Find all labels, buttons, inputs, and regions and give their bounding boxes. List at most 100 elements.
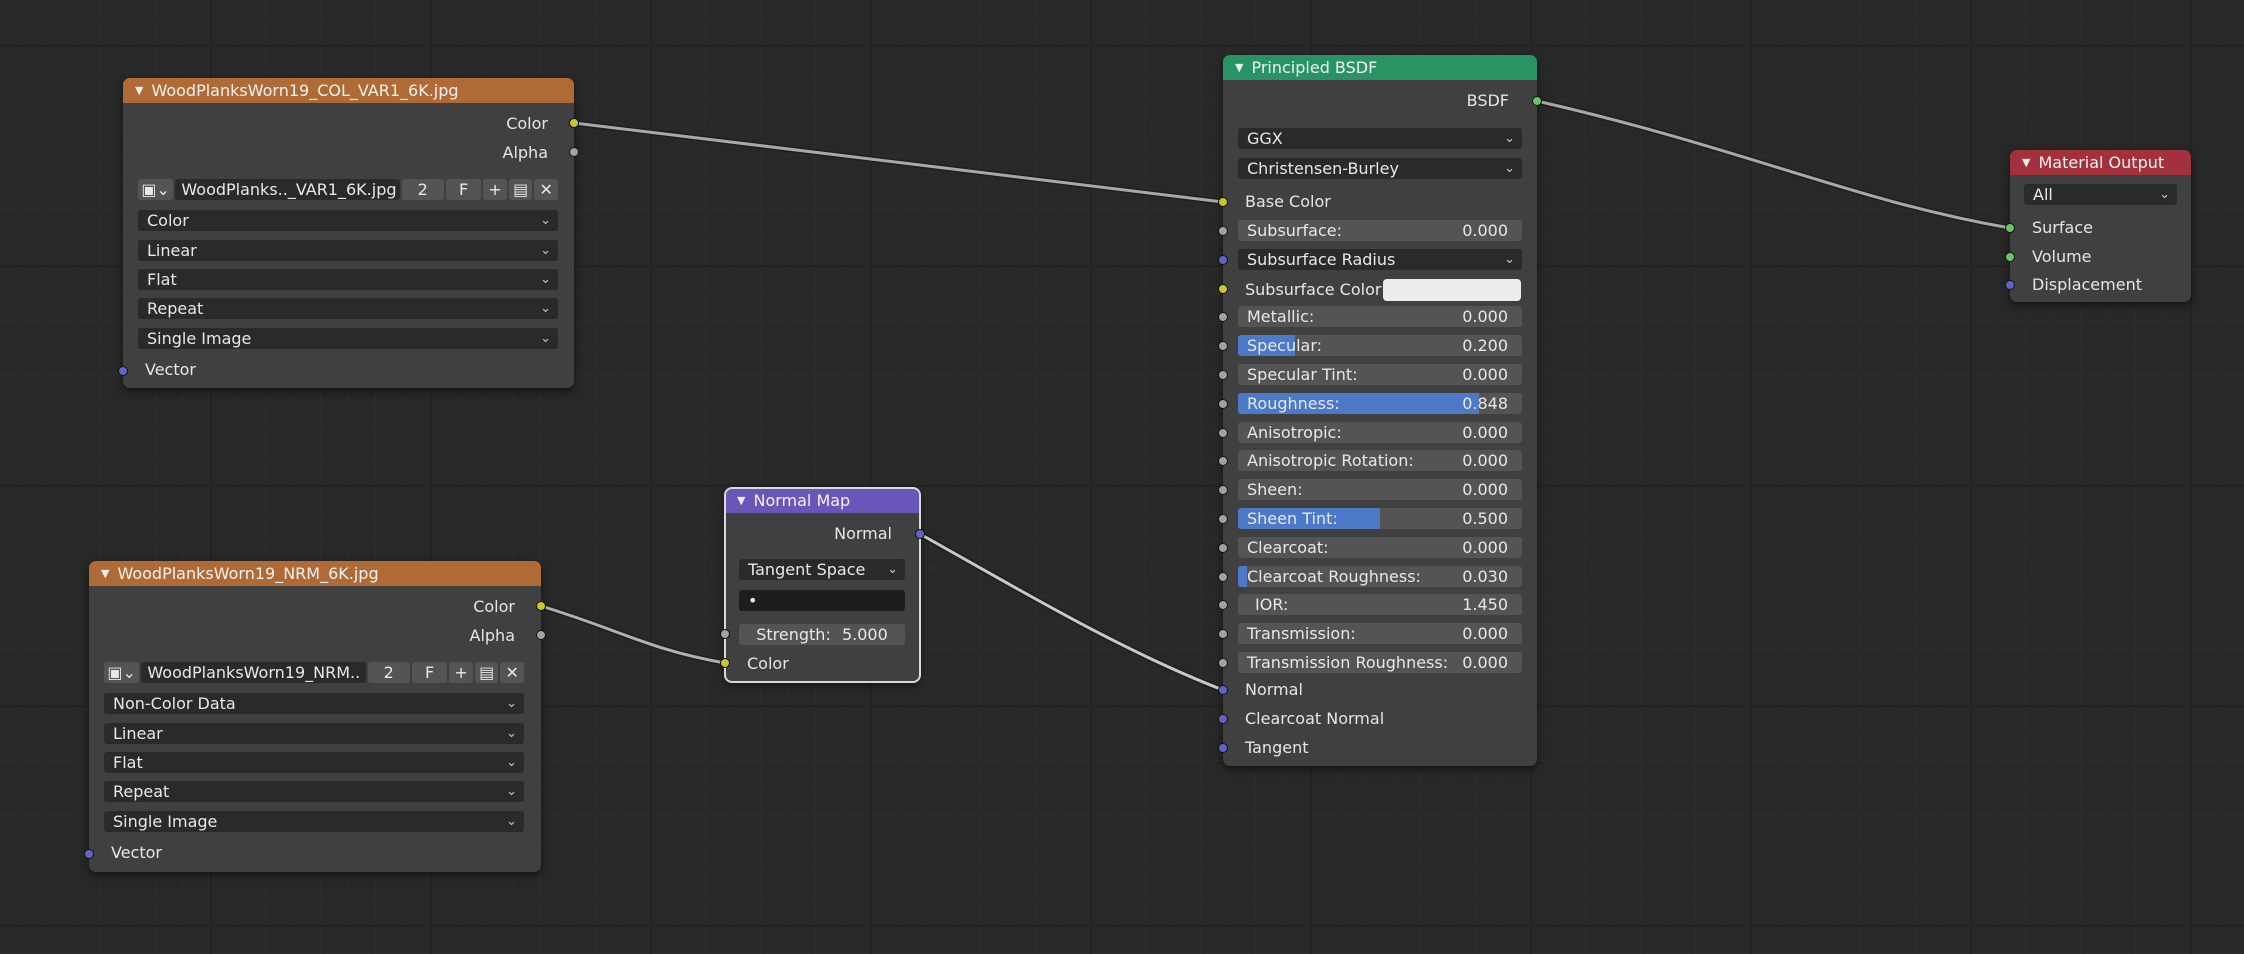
- collapse-triangle-icon[interactable]: ▼: [101, 561, 109, 586]
- subsurface-method-dropdown[interactable]: Christensen-Burley ⌄: [1238, 158, 1522, 179]
- socket-col-alpha-output[interactable]: [569, 147, 579, 157]
- material-output-node[interactable]: ▼ Material Output All ⌄ Surface Volume Di…: [2010, 150, 2191, 302]
- slider-label: Specular Tint:: [1247, 365, 1358, 384]
- socket-param-input[interactable]: [1218, 629, 1228, 639]
- color-space-dropdown[interactable]: Non-Color Data ⌄: [104, 693, 524, 714]
- socket-param-input[interactable]: [1218, 312, 1228, 322]
- image-users-count[interactable]: 2: [401, 179, 444, 200]
- uv-map-field[interactable]: •: [739, 590, 905, 611]
- principled-bsdf-node[interactable]: ▼ Principled BSDF BSDF GGX ⌄ Christensen-…: [1223, 55, 1537, 766]
- socket-normalmap-strength-input[interactable]: [720, 629, 730, 639]
- space-dropdown[interactable]: Tangent Space ⌄: [739, 559, 905, 580]
- roughness-slider[interactable]: Roughness: 0.848: [1238, 393, 1522, 414]
- anisotropic-slider[interactable]: Anisotropic: 0.000: [1238, 422, 1522, 443]
- unlink-close-icon[interactable]: ✕: [500, 662, 525, 683]
- metallic-slider[interactable]: Metallic: 0.000: [1238, 306, 1522, 327]
- target-dropdown[interactable]: All ⌄: [2024, 184, 2177, 205]
- image-browse-icon[interactable]: ▣⌄: [104, 662, 140, 683]
- socket-param-input[interactable]: [1218, 428, 1228, 438]
- dropdown-value: Single Image: [147, 329, 252, 348]
- clearcoat-slider[interactable]: Clearcoat: 0.000: [1238, 537, 1522, 558]
- sheen-slider[interactable]: Sheen: 0.000: [1238, 479, 1522, 500]
- node-header[interactable]: ▼ WoodPlanksWorn19_NRM_6K.jpg: [89, 561, 541, 586]
- socket-param-input[interactable]: [1218, 658, 1228, 668]
- image-texture-node-nrm[interactable]: ▼ WoodPlanksWorn19_NRM_6K.jpg Color Alph…: [89, 561, 541, 872]
- socket-tangent-input[interactable]: [1218, 743, 1228, 753]
- socket-param-input[interactable]: [1218, 485, 1228, 495]
- socket-nrm-vector-input[interactable]: [84, 849, 94, 859]
- socket-param-input[interactable]: [1218, 341, 1228, 351]
- interpolation-dropdown[interactable]: Linear ⌄: [138, 240, 558, 261]
- normal-map-node[interactable]: ▼ Normal Map Normal Tangent Space ⌄ • Str…: [724, 487, 921, 683]
- socket-nrm-alpha-output[interactable]: [536, 630, 546, 640]
- subsurface-slider[interactable]: Subsurface: 0.000: [1238, 220, 1522, 241]
- subsurface-color-swatch[interactable]: [1383, 279, 1521, 301]
- transmission-slider[interactable]: Transmission: 0.000: [1238, 623, 1522, 644]
- socket-param-input[interactable]: [1218, 600, 1228, 610]
- socket-param-input[interactable]: [1218, 514, 1228, 524]
- image-users-count[interactable]: 2: [367, 662, 410, 683]
- socket-param-input[interactable]: [1218, 456, 1228, 466]
- specular-tint-slider[interactable]: Specular Tint: 0.000: [1238, 364, 1522, 385]
- image-texture-node-col[interactable]: ▼ WoodPlanksWorn19_COL_VAR1_6K.jpg Color…: [123, 78, 574, 388]
- socket-param-input[interactable]: [1218, 399, 1228, 409]
- socket-normalmap-color-input[interactable]: [720, 658, 730, 668]
- slider-value: 0.000: [1462, 365, 1508, 384]
- projection-dropdown[interactable]: Flat ⌄: [104, 752, 524, 773]
- socket-volume-input[interactable]: [2005, 252, 2015, 262]
- socket-param-input[interactable]: [1218, 572, 1228, 582]
- extension-dropdown[interactable]: Repeat ⌄: [138, 298, 558, 319]
- link-normalmap-to-bsdf-normal[interactable]: [918, 531, 1225, 693]
- node-header[interactable]: ▼ Normal Map: [725, 488, 920, 513]
- projection-dropdown[interactable]: Flat ⌄: [138, 269, 558, 290]
- socket-clearcoat-normal-input[interactable]: [1218, 714, 1228, 724]
- new-image-plus-icon[interactable]: +: [483, 179, 507, 200]
- socket-col-color-output[interactable]: [569, 118, 579, 128]
- source-dropdown[interactable]: Single Image ⌄: [138, 328, 558, 349]
- extension-dropdown[interactable]: Repeat ⌄: [104, 781, 524, 802]
- clearcoat-roughness-slider[interactable]: Clearcoat Roughness: 0.030: [1238, 566, 1522, 587]
- sheen-tint-slider[interactable]: Sheen Tint: 0.500: [1238, 508, 1522, 529]
- node-header[interactable]: ▼ Principled BSDF: [1223, 55, 1537, 80]
- unlink-close-icon[interactable]: ✕: [534, 179, 559, 200]
- fake-user-button[interactable]: F: [445, 179, 482, 200]
- socket-displacement-input[interactable]: [2005, 280, 2015, 290]
- source-dropdown[interactable]: Single Image ⌄: [104, 811, 524, 832]
- node-title: WoodPlanksWorn19_COL_VAR1_6K.jpg: [151, 81, 459, 100]
- collapse-triangle-icon[interactable]: ▼: [1235, 55, 1243, 80]
- node-header[interactable]: ▼ WoodPlanksWorn19_COL_VAR1_6K.jpg: [123, 78, 574, 103]
- fake-user-button[interactable]: F: [411, 662, 448, 683]
- image-browse-icon[interactable]: ▣⌄: [138, 179, 174, 200]
- image-name-field[interactable]: WoodPlanksWorn19_NRM..: [141, 662, 366, 683]
- specular-slider[interactable]: Specular: 0.200: [1238, 335, 1522, 356]
- socket-col-vector-input[interactable]: [118, 366, 128, 376]
- link-bsdf-to-surface[interactable]: [1536, 98, 2011, 231]
- node-header[interactable]: ▼ Material Output: [2010, 150, 2191, 175]
- transmission-roughness-slider[interactable]: Transmission Roughness: 0.000: [1238, 652, 1522, 673]
- distribution-dropdown[interactable]: GGX ⌄: [1238, 128, 1522, 149]
- collapse-triangle-icon[interactable]: ▼: [737, 488, 745, 513]
- socket-param-input[interactable]: [1218, 255, 1228, 265]
- collapse-triangle-icon[interactable]: ▼: [2022, 150, 2030, 175]
- socket-param-input[interactable]: [1218, 284, 1228, 294]
- socket-surface-input[interactable]: [2005, 223, 2015, 233]
- socket-bsdf-output[interactable]: [1532, 96, 1542, 106]
- socket-base-color-input[interactable]: [1218, 197, 1228, 207]
- image-name-field[interactable]: WoodPlanks.._VAR1_6K.jpg: [175, 179, 400, 200]
- collapse-triangle-icon[interactable]: ▼: [135, 78, 143, 103]
- socket-param-input[interactable]: [1218, 543, 1228, 553]
- socket-nrm-color-output[interactable]: [536, 601, 546, 611]
- new-image-plus-icon[interactable]: +: [449, 662, 473, 683]
- socket-normal-input[interactable]: [1218, 685, 1228, 695]
- open-folder-icon[interactable]: ▤: [474, 662, 499, 683]
- open-folder-icon[interactable]: ▤: [508, 179, 533, 200]
- socket-normalmap-normal-output[interactable]: [915, 529, 925, 539]
- strength-slider[interactable]: Strength: 5.000: [739, 624, 905, 645]
- socket-param-input[interactable]: [1218, 226, 1228, 236]
- subsurface-radius-dropdown[interactable]: Subsurface Radius ⌄: [1238, 249, 1522, 270]
- socket-param-input[interactable]: [1218, 370, 1228, 380]
- anisotropic-rotation-slider[interactable]: Anisotropic Rotation: 0.000: [1238, 450, 1522, 471]
- ior-slider[interactable]: IOR: 1.450: [1238, 594, 1522, 615]
- color-space-dropdown[interactable]: Color ⌄: [138, 210, 558, 231]
- interpolation-dropdown[interactable]: Linear ⌄: [104, 723, 524, 744]
